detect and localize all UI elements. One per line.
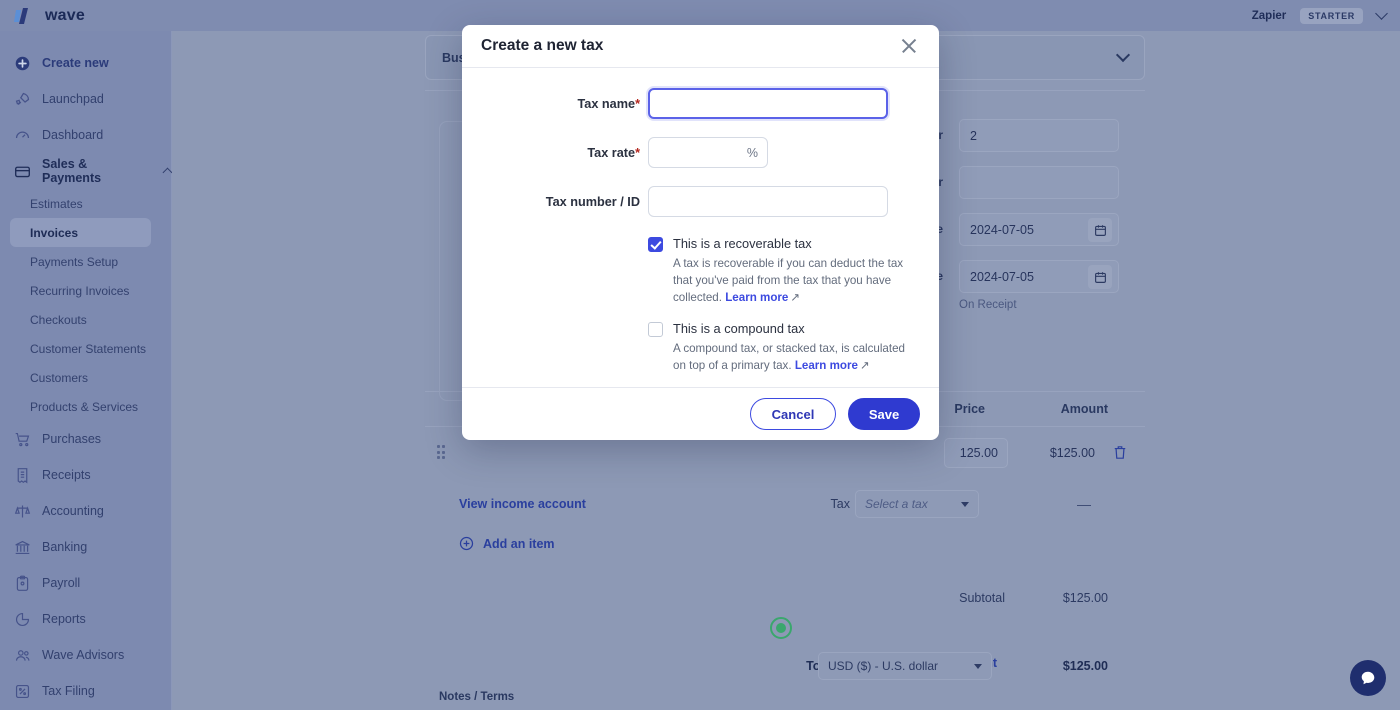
compound-tax-checkbox-row: This is a compound tax A compound tax, o… bbox=[648, 320, 920, 375]
tax-number-label: Tax number / ID bbox=[545, 194, 640, 209]
recoverable-tax-checkbox[interactable] bbox=[648, 237, 663, 253]
tax-rate-label-text: Tax rate bbox=[587, 145, 636, 160]
tax-name-label-text: Tax name bbox=[577, 96, 636, 111]
create-tax-modal: Create a new tax Tax name* Tax rate* % T… bbox=[462, 25, 939, 440]
tax-rate-label: Tax rate* bbox=[481, 146, 648, 160]
compound-tax-description-text: A compound tax, or stacked tax, is calcu… bbox=[673, 341, 905, 372]
tax-name-label: Tax name* bbox=[481, 97, 648, 111]
external-link-icon: ↗ bbox=[859, 358, 870, 372]
compound-tax-description: A compound tax, or stacked tax, is calcu… bbox=[673, 341, 920, 375]
compound-tax-label: This is a compound tax bbox=[673, 320, 805, 336]
modal-footer: Cancel Save bbox=[462, 387, 939, 440]
learn-more-link[interactable]: Learn more bbox=[725, 291, 788, 304]
compound-tax-checkbox[interactable] bbox=[648, 321, 663, 337]
save-button[interactable]: Save bbox=[848, 398, 920, 431]
cancel-button[interactable]: Cancel bbox=[750, 398, 836, 431]
recoverable-tax-label: This is a recoverable tax bbox=[673, 236, 812, 252]
external-link-icon: ↗ bbox=[790, 290, 801, 304]
tax-rate-input[interactable]: % bbox=[648, 137, 768, 169]
tax-rate-row: Tax rate* % bbox=[481, 137, 920, 169]
modal-body: Tax name* Tax rate* % Tax number / ID Th… bbox=[462, 68, 939, 387]
modal-header: Create a new tax bbox=[462, 25, 939, 69]
tax-number-input[interactable] bbox=[648, 186, 888, 218]
recoverable-tax-description: A tax is recoverable if you can deduct t… bbox=[673, 256, 920, 306]
percent-suffix: % bbox=[746, 145, 758, 160]
tax-number-row: Tax number / ID bbox=[481, 186, 920, 218]
tax-name-row: Tax name* bbox=[481, 88, 920, 120]
recoverable-tax-checkbox-row: This is a recoverable tax A tax is recov… bbox=[648, 235, 920, 306]
compound-tax-text: This is a compound tax A compound tax, o… bbox=[673, 320, 920, 375]
required-marker: * bbox=[635, 145, 640, 160]
modal-title: Create a new tax bbox=[481, 37, 604, 55]
recoverable-tax-text: This is a recoverable tax A tax is recov… bbox=[673, 235, 920, 306]
required-marker: * bbox=[635, 96, 640, 111]
tax-name-input[interactable] bbox=[648, 88, 888, 120]
app-root: wave Zapier STARTER Create new Launchpad bbox=[0, 0, 1400, 710]
learn-more-link[interactable]: Learn more bbox=[795, 359, 858, 372]
close-icon[interactable] bbox=[898, 35, 920, 57]
